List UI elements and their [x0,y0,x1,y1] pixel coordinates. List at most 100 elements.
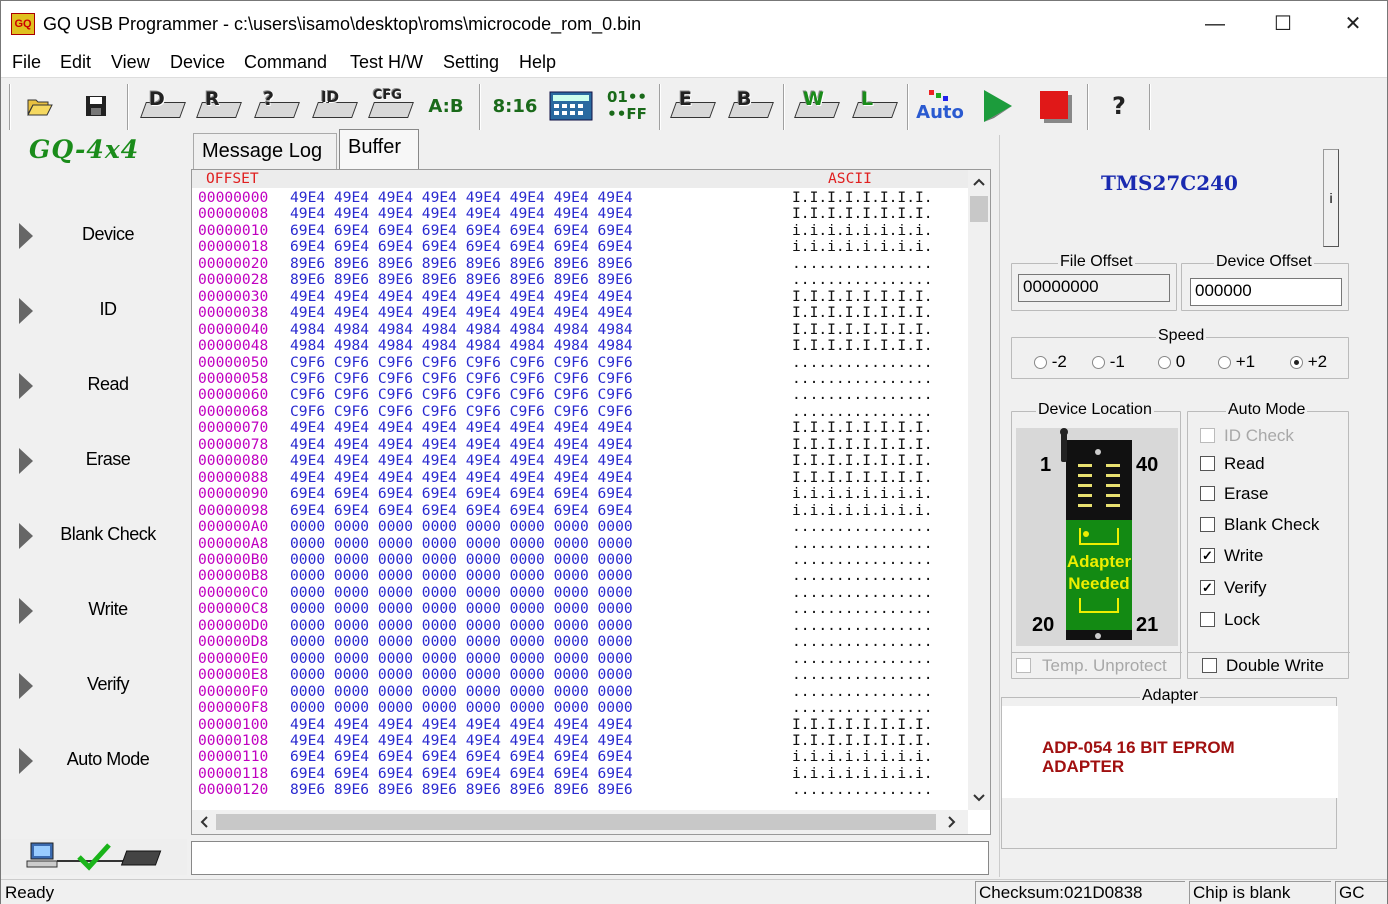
minimize-button[interactable]: — [1181,1,1249,47]
row-ascii: ................ [792,386,933,404]
calculator-button[interactable] [547,86,595,126]
row-hex: 0000 0000 0000 0000 0000 0000 0000 0000 [290,682,633,700]
side-write-button[interactable]: Write [1,576,187,646]
row-hex: 69E4 69E4 69E4 69E4 69E4 69E4 69E4 69E4 [290,221,633,239]
row-offset: 00000020 [198,254,269,272]
row-offset: 000000B0 [198,550,269,568]
id-button[interactable]: ID [311,86,359,126]
speed-option-m1[interactable]: -1 [1092,352,1125,372]
device-select-button[interactable]: D [139,86,187,126]
blank-check-label: Blank Check [1224,515,1320,534]
side-erase-button[interactable]: Erase [1,426,187,496]
menu-edit[interactable]: Edit [60,52,91,73]
row-hex: 0000 0000 0000 0000 0000 0000 0000 0000 [290,616,633,634]
row-offset: 00000110 [198,748,269,766]
swap-word-button[interactable]: 8:16 [489,86,541,126]
hscroll-thumb[interactable] [216,814,936,830]
write-button[interactable]: W [793,86,841,126]
scroll-left-icon[interactable] [200,816,208,828]
row-hex: 4984 4984 4984 4984 4984 4984 4984 4984 [290,320,633,338]
row-offset: 000000A8 [198,534,269,552]
command-input[interactable] [191,841,989,875]
temp-unprotect-checkbox[interactable] [1016,658,1031,673]
double-write-label: Double Write [1226,656,1324,675]
adapter-line2: ADAPTER [1042,757,1125,776]
chip-lock-icon: L [852,88,898,124]
maximize-button[interactable]: ☐ [1249,1,1317,47]
horizontal-scrollbar[interactable] [192,810,968,834]
auto-label: Auto [916,101,964,123]
vertical-scrollbar[interactable] [968,170,990,810]
erase-checkbox[interactable] [1200,486,1215,501]
verify-button[interactable]: ? [253,86,301,126]
menu-device[interactable]: Device [170,52,225,73]
row-offset: 00000088 [198,468,269,486]
file-offset-field[interactable]: 00000000 [1018,274,1170,302]
row-offset: 00000118 [198,764,269,782]
run-button[interactable] [975,86,1019,126]
lock-checkbox[interactable] [1200,612,1215,627]
chip-cfg-icon: CFG [368,88,414,124]
row-hex: 69E4 69E4 69E4 69E4 69E4 69E4 69E4 69E4 [290,238,633,256]
id-check-checkbox[interactable] [1200,428,1215,443]
side-verify-button[interactable]: Verify [1,651,187,721]
speed-option-0[interactable]: 0 [1158,352,1185,372]
blank-check-button[interactable]: B [727,86,775,126]
read-checkbox[interactable] [1200,456,1215,471]
blank-check-checkbox[interactable] [1200,517,1215,532]
scroll-right-icon[interactable] [948,816,956,828]
tab-buffer[interactable]: Buffer [339,129,419,169]
play-arrow-icon [19,748,33,774]
open-button[interactable] [23,86,57,126]
write-checkbox[interactable]: ✓ [1200,548,1215,563]
fill-buffer-button[interactable]: 01•• ••FF [601,86,653,126]
ascii-header: ASCII [828,170,872,187]
erase-button[interactable]: E [669,86,717,126]
scroll-up-icon[interactable] [973,178,985,186]
swap-byte-button[interactable]: A:B [421,86,471,126]
scroll-down-icon[interactable] [973,794,985,802]
read-button[interactable]: R [195,86,243,126]
row-offset: 00000030 [198,287,269,305]
side-auto-mode-button[interactable]: Auto Mode [1,726,187,796]
side-read-button[interactable]: Read [1,351,187,421]
scroll-thumb[interactable] [970,196,988,222]
save-button[interactable] [79,86,113,126]
row-hex: 0000 0000 0000 0000 0000 0000 0000 0000 [290,649,633,667]
device-info-button[interactable]: i [1323,149,1339,247]
play-arrow-icon [19,673,33,699]
device-location-group: Device Location 1 40 20 21 Adapter Neede… [1011,401,1182,679]
row-hex: 49E4 49E4 49E4 49E4 49E4 49E4 49E4 49E4 [290,189,633,206]
double-write-checkbox[interactable] [1202,658,1217,673]
stop-button[interactable] [1033,86,1077,126]
close-button[interactable]: ✕ [1319,1,1387,47]
speed-option-p1[interactable]: +1 [1218,352,1255,372]
row-ascii: I.I.I.I.I.I.I.I. [792,468,933,486]
lock-button[interactable]: L [851,86,899,126]
side-id-button[interactable]: ID [1,276,187,346]
speed-option-p2[interactable]: +2 [1290,352,1327,372]
menu-file[interactable]: File [12,52,41,73]
menu-help[interactable]: Help [519,52,556,73]
menu-setting[interactable]: Setting [443,52,499,73]
verify-checkbox[interactable]: ✓ [1200,580,1215,595]
help-button[interactable]: ? [1101,86,1137,126]
buffer-hex-view[interactable]: OFFSET ASCII 00000000 00000008 00000010 000… [191,169,991,835]
row-offset: 00000090 [198,485,269,503]
menu-command[interactable]: Command [244,52,327,73]
adapter-group: Adapter ADP-054 16 BIT EPROM ADAPTER [1001,687,1338,849]
auto-button[interactable]: Auto [915,86,965,126]
row-hex: 49E4 49E4 49E4 49E4 49E4 49E4 49E4 49E4 [290,468,633,486]
side-device-button[interactable]: Device [1,201,187,271]
adapter-line1: ADP-054 16 BIT EPROM [1042,738,1235,757]
menu-view[interactable]: View [111,52,150,73]
speed-option-m2[interactable]: -2 [1034,352,1067,372]
menu-test-hw[interactable]: Test H/W [350,52,423,73]
side-blank-check-button[interactable]: Blank Check [1,501,187,571]
config-button[interactable]: CFG [367,86,415,126]
row-ascii: I.I.I.I.I.I.I.I. [792,715,933,733]
play-arrow-icon [19,373,33,399]
row-ascii: i.i.i.i.i.i.i.i. [792,764,933,782]
tab-message-log[interactable]: Message Log [193,133,337,169]
device-offset-field[interactable]: 000000 [1190,278,1342,306]
